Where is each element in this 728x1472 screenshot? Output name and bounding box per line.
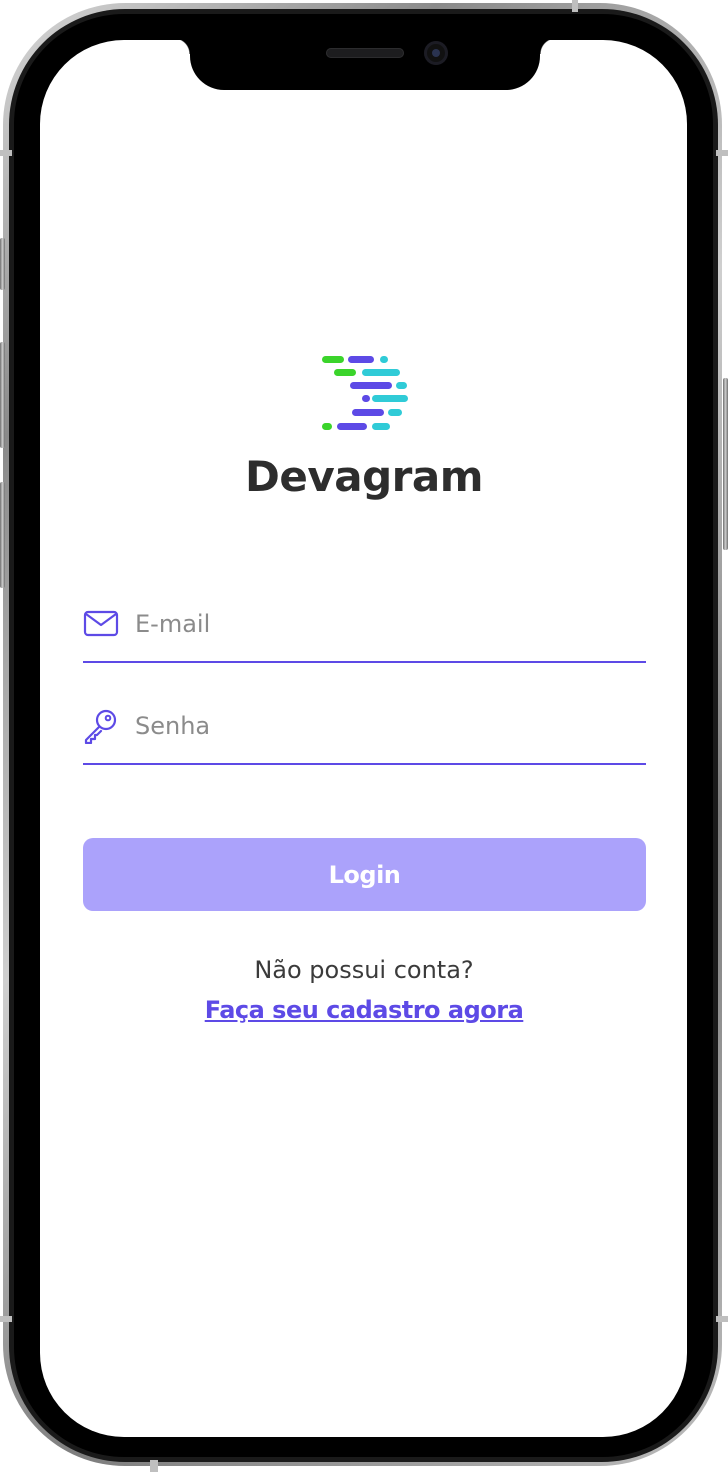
antenna-band	[150, 1460, 158, 1472]
password-field[interactable]	[83, 703, 646, 765]
mail-icon	[83, 610, 119, 637]
logo-bar	[334, 369, 356, 376]
logo-bar	[362, 395, 370, 402]
key-icon	[84, 709, 117, 744]
signup-link[interactable]: Faça seu cadastro agora	[0, 996, 728, 1024]
logo-bar	[322, 356, 344, 363]
password-input[interactable]	[135, 706, 635, 746]
brand-name: Devagram	[245, 452, 483, 501]
devagram-logo-icon	[320, 353, 410, 435]
notch	[174, 38, 556, 90]
front-camera	[424, 41, 448, 65]
logo-bar	[337, 423, 367, 430]
email-field[interactable]	[83, 601, 646, 663]
no-account-prompt: Não possui conta?	[254, 956, 474, 984]
logo-bar	[322, 423, 332, 430]
speaker-grille	[326, 48, 404, 58]
logo-bar	[348, 356, 374, 363]
volume-up-button	[0, 342, 5, 448]
antenna-band	[0, 150, 12, 156]
login-button[interactable]: Login	[83, 838, 646, 911]
phone-mockup: Devagram Login Não possui conta? Faça se…	[0, 0, 728, 1472]
logo-bar	[372, 395, 408, 402]
antenna-band	[716, 150, 728, 156]
email-input[interactable]	[135, 604, 635, 644]
antenna-band	[716, 1316, 728, 1322]
antenna-band	[0, 1316, 12, 1322]
logo-bar	[388, 409, 402, 416]
logo-bar	[362, 369, 400, 376]
mute-switch	[0, 238, 5, 290]
logo-bar	[350, 382, 392, 389]
logo-bar	[380, 356, 388, 363]
logo-bar	[352, 409, 384, 416]
antenna-band	[572, 0, 578, 12]
logo-bar	[372, 423, 390, 430]
logo-bar	[396, 382, 407, 389]
